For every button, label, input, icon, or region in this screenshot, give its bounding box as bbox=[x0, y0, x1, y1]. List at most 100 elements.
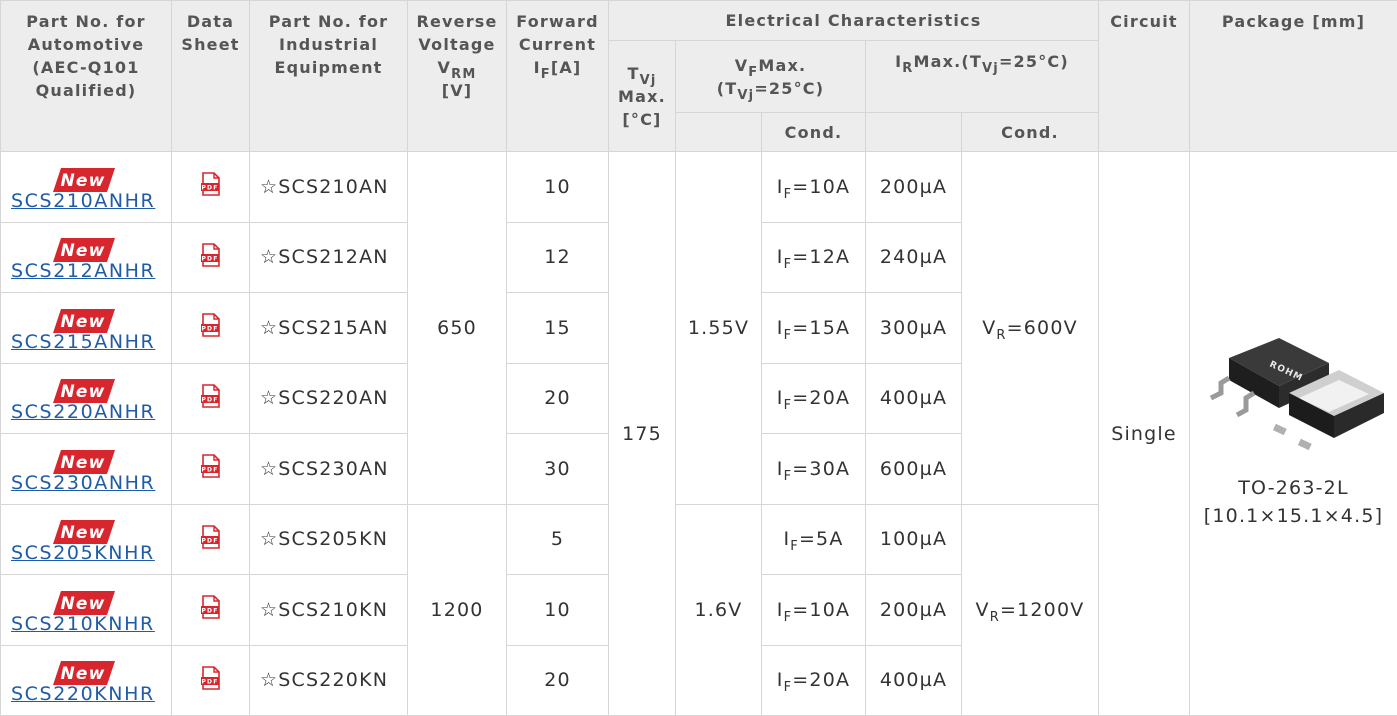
cond-symbol: I bbox=[777, 317, 784, 339]
auto-part-link[interactable]: SCS210KNHR bbox=[11, 613, 171, 635]
pdf-icon[interactable]: PDF bbox=[200, 525, 222, 549]
auto-part-cell: New SCS210KNHR bbox=[1, 575, 172, 646]
industrial-part-cell: ☆SCS220KN bbox=[250, 645, 408, 716]
cond-value: =600V bbox=[1007, 317, 1078, 339]
ir-cell: 400µA bbox=[866, 645, 962, 716]
vf-cell: 1.55V bbox=[676, 152, 762, 505]
cond-value: =12A bbox=[792, 246, 850, 268]
pdf-icon[interactable]: PDF bbox=[200, 243, 222, 267]
cond-value: =10A bbox=[792, 599, 850, 621]
svg-text:New: New bbox=[60, 241, 105, 261]
header-ir-max: IRMax.(TVj=25°C) bbox=[866, 41, 1099, 113]
forward-current-cell: 30 bbox=[507, 434, 609, 505]
svg-text:New: New bbox=[60, 523, 105, 543]
pdf-icon[interactable]: PDF bbox=[200, 454, 222, 478]
auto-part-link[interactable]: SCS210ANHR bbox=[11, 190, 171, 212]
vf-cond-cell: IF=15A bbox=[762, 293, 866, 364]
svg-text:PDF: PDF bbox=[201, 185, 218, 192]
industrial-part-cell: ☆SCS230AN bbox=[250, 434, 408, 505]
package-dimensions: [10.1×15.1×4.5] bbox=[1204, 502, 1384, 530]
industrial-part-cell: ☆SCS215AN bbox=[250, 293, 408, 364]
forward-current-value: 30 bbox=[544, 458, 571, 480]
pdf-icon[interactable]: PDF bbox=[200, 172, 222, 196]
new-badge-icon: New bbox=[53, 168, 115, 192]
industrial-part-cell: ☆SCS205KN bbox=[250, 504, 408, 575]
auto-part-link[interactable]: SCS215ANHR bbox=[11, 331, 171, 353]
cond-symbol: I bbox=[777, 458, 784, 480]
header-datasheet: Data Sheet bbox=[172, 1, 250, 152]
auto-part-cell: New SCS215ANHR bbox=[1, 293, 172, 364]
forward-current-cell: 5 bbox=[507, 504, 609, 575]
forward-current-cell: 15 bbox=[507, 293, 609, 364]
cond-symbol: I bbox=[777, 246, 784, 268]
auto-part-link[interactable]: SCS220ANHR bbox=[11, 401, 171, 423]
vf-value: 1.55V bbox=[688, 317, 749, 339]
ir-cell: 240µA bbox=[866, 222, 962, 293]
ir-value: 600µA bbox=[880, 458, 947, 480]
cond-symbol: V bbox=[982, 317, 996, 339]
forward-current-cell: 10 bbox=[507, 575, 609, 646]
vf-cond-cell: IF=10A bbox=[762, 575, 866, 646]
auto-part-link[interactable]: SCS205KNHR bbox=[11, 542, 171, 564]
vf-cond-cell: IF=12A bbox=[762, 222, 866, 293]
star-icon: ☆ bbox=[260, 317, 278, 339]
table-row: New SCS210ANHR PDF ☆SCS210AN 650101751.5… bbox=[1, 152, 1397, 223]
cond-value: =15A bbox=[792, 317, 850, 339]
ir-cell: 300µA bbox=[866, 293, 962, 364]
forward-current-cell: 12 bbox=[507, 222, 609, 293]
cond-symbol: I bbox=[777, 669, 784, 691]
industrial-part-cell: ☆SCS210AN bbox=[250, 152, 408, 223]
vf-value: 1.6V bbox=[694, 599, 742, 621]
ir-value: 200µA bbox=[880, 176, 947, 198]
auto-part-link[interactable]: SCS230ANHR bbox=[11, 472, 171, 494]
vf-cond-cell: IF=30A bbox=[762, 434, 866, 505]
cond-value: =10A bbox=[792, 176, 850, 198]
pdf-icon[interactable]: PDF bbox=[200, 666, 222, 690]
pdf-icon[interactable]: PDF bbox=[200, 595, 222, 619]
datasheet-cell: PDF bbox=[172, 293, 250, 364]
svg-text:New: New bbox=[60, 453, 105, 473]
cond-value: =5A bbox=[799, 528, 844, 550]
svg-text:PDF: PDF bbox=[201, 326, 218, 333]
forward-current-value: 20 bbox=[544, 387, 571, 409]
circuit-value: Single bbox=[1111, 423, 1177, 445]
header-part-industrial: Part No. for Industrial Equipment bbox=[250, 1, 408, 152]
forward-current-value: 12 bbox=[544, 246, 571, 268]
svg-text:PDF: PDF bbox=[201, 678, 218, 685]
auto-part-cell: New SCS220ANHR bbox=[1, 363, 172, 434]
auto-part-link[interactable]: SCS220KNHR bbox=[11, 683, 171, 705]
circuit-cell: Single bbox=[1099, 152, 1190, 716]
ir-cond-cell: VR=1200V bbox=[962, 504, 1099, 716]
header-vf-blank bbox=[676, 113, 762, 152]
reverse-voltage-value: 650 bbox=[437, 317, 477, 339]
vf-cond-cell: IF=20A bbox=[762, 363, 866, 434]
ir-cell: 100µA bbox=[866, 504, 962, 575]
auto-part-link[interactable]: SCS212ANHR bbox=[11, 260, 171, 282]
forward-current-value: 10 bbox=[544, 176, 571, 198]
subscript: F bbox=[784, 257, 793, 272]
subscript: F bbox=[790, 539, 799, 554]
forward-current-value: 20 bbox=[544, 669, 571, 691]
tvj-cell: 175 bbox=[609, 152, 676, 716]
industrial-part-cell: ☆SCS210KN bbox=[250, 575, 408, 646]
auto-part-cell: New SCS210ANHR bbox=[1, 152, 172, 223]
package-block: ROHMTO-263-2L[10.1×15.1×4.5] bbox=[1190, 338, 1397, 530]
ir-value: 200µA bbox=[880, 599, 947, 621]
cond-value: =1200V bbox=[1000, 599, 1084, 621]
datasheet-cell: PDF bbox=[172, 504, 250, 575]
pdf-icon[interactable]: PDF bbox=[200, 384, 222, 408]
forward-current-value: 5 bbox=[551, 528, 564, 550]
subscript: F bbox=[784, 610, 793, 625]
star-icon: ☆ bbox=[260, 246, 278, 268]
subscript: R bbox=[990, 610, 1000, 625]
cond-value: =20A bbox=[792, 387, 850, 409]
package-cell: ROHMTO-263-2L[10.1×15.1×4.5] bbox=[1190, 152, 1397, 716]
forward-current-cell: 20 bbox=[507, 645, 609, 716]
forward-current-cell: 20 bbox=[507, 363, 609, 434]
vf-cond-cell: IF=20A bbox=[762, 645, 866, 716]
ir-cell: 200µA bbox=[866, 575, 962, 646]
industrial-part-cell: ☆SCS212AN bbox=[250, 222, 408, 293]
header-electrical-characteristics: Electrical Characteristics bbox=[609, 1, 1099, 41]
subscript: F bbox=[784, 398, 793, 413]
pdf-icon[interactable]: PDF bbox=[200, 313, 222, 337]
